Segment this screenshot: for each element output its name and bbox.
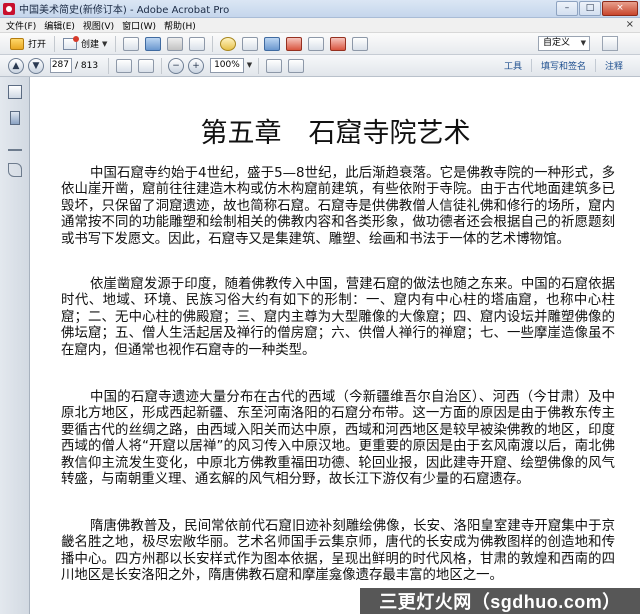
page-thumbnails-icon[interactable] xyxy=(8,85,22,99)
open-button[interactable]: 打开 xyxy=(6,35,50,53)
task-pane-tabs: 工具 填写和签名 注释 xyxy=(495,59,632,72)
save-icon[interactable] xyxy=(123,36,140,51)
title-bar: 中国美术简史(新修订本) - Adobe Acrobat Pro – □ × xyxy=(0,0,640,18)
open-label: 打开 xyxy=(28,40,47,50)
upload-cloud-icon[interactable] xyxy=(145,36,162,51)
toolbar-separator xyxy=(161,57,163,74)
print-icon[interactable] xyxy=(167,36,184,51)
paragraph: 隋唐佛教普及，民间常依前代石窟旧迹补刻雕绘佛像，长安、洛阳皇室建寺开窟集中于京畿… xyxy=(61,519,615,584)
edit-text-icon[interactable] xyxy=(308,36,325,51)
email-icon[interactable] xyxy=(189,36,206,51)
create-label: 创建 xyxy=(81,40,100,50)
expand-toolbar-icon[interactable] xyxy=(602,36,618,51)
comment-bubble-icon[interactable] xyxy=(242,36,259,51)
zoom-in-icon[interactable]: + xyxy=(188,57,205,74)
acrobat-icon xyxy=(3,2,15,15)
document-view[interactable]: 第五章 石窟寺院艺术 中国石窟寺约始于4世纪，盛于5—8世纪，此后渐趋衰落。它是… xyxy=(31,77,640,614)
chevron-down-icon: ▼ xyxy=(102,39,108,48)
tab-tools[interactable]: 工具 xyxy=(495,59,531,72)
zoom-value: 100% xyxy=(214,60,240,70)
close-button[interactable]: × xyxy=(602,1,638,16)
folder-icon xyxy=(10,37,24,50)
menu-view[interactable]: 视图(V) xyxy=(81,19,120,32)
fit-page-icon[interactable] xyxy=(266,58,283,73)
menu-file[interactable]: 文件(F) xyxy=(4,19,42,32)
page-total: / 813 xyxy=(75,60,99,71)
tab-comment[interactable]: 注释 xyxy=(594,59,632,72)
hand-tool-icon[interactable] xyxy=(138,58,155,73)
chapter-title: 第五章 石窟寺院艺术 xyxy=(200,118,471,149)
window-title: 中国美术简史(新修订本) - Adobe Acrobat Pro xyxy=(19,5,230,16)
zoom-out-icon[interactable]: − xyxy=(168,57,185,74)
menu-bar: 文件(F) 编辑(E) 视图(V) 窗口(W) 帮助(H) × xyxy=(0,18,640,33)
toolbar-separator xyxy=(212,35,214,52)
redact-icon[interactable] xyxy=(330,36,347,51)
toolbar-separator xyxy=(54,35,56,52)
maximize-button[interactable]: □ xyxy=(579,1,601,16)
create-pdf-icon xyxy=(63,35,80,50)
select-cursor-icon[interactable] xyxy=(116,58,133,73)
page-number-input[interactable]: 287 xyxy=(50,58,72,73)
customize-label: 自定义 xyxy=(543,38,571,48)
paragraph: 中国的石窟寺遗迹大量分布在古代的西域（今新疆维吾尔自治区）、河西（今甘肃）及中原… xyxy=(61,390,615,488)
toolbar-separator xyxy=(108,57,110,74)
form-icon[interactable] xyxy=(352,36,369,51)
chevron-down-icon: ▼ xyxy=(246,61,253,69)
bookmark-icon[interactable] xyxy=(10,111,20,125)
scroll-mode-icon[interactable] xyxy=(288,58,305,73)
create-button[interactable]: 创建 ▼ xyxy=(59,35,111,53)
tab-fill-sign[interactable]: 填写和签名 xyxy=(530,59,595,72)
paragraph: 依崖凿窟发源于印度，随着佛教传入中国，营建石窟的做法也随之东来。中国的石窟依据时… xyxy=(61,277,615,358)
document-close-icon[interactable]: × xyxy=(626,19,634,30)
chevron-down-icon: ▼ xyxy=(580,39,586,47)
next-page-icon[interactable]: ▼ xyxy=(28,57,44,74)
navigation-pane xyxy=(0,77,30,614)
previous-page-icon[interactable]: ▲ xyxy=(8,57,24,74)
signature-pen-icon[interactable] xyxy=(8,137,22,151)
paragraph: 中国石窟寺约始于4世纪，盛于5—8世纪，此后渐趋衰落。它是佛教寺院的一种形式，多… xyxy=(61,166,615,247)
toolbar-separator xyxy=(258,57,260,74)
site-watermark: 三更灯火网（sgdhuo.com） xyxy=(360,588,640,614)
customize-dropdown[interactable]: 自定义 ▼ xyxy=(538,36,590,51)
menu-help[interactable]: 帮助(H) xyxy=(162,19,202,32)
settings-gear-icon[interactable] xyxy=(220,36,237,51)
minimize-button[interactable]: – xyxy=(556,1,578,16)
window-controls: – □ × xyxy=(556,1,638,16)
watermark-text: 三更灯火网（sgdhuo.com） xyxy=(379,592,621,612)
share-icon[interactable] xyxy=(264,36,281,51)
menu-window[interactable]: 窗口(W) xyxy=(120,19,162,32)
zoom-level-input[interactable]: 100% ▼ xyxy=(210,58,252,73)
stamp-icon[interactable] xyxy=(286,36,303,51)
attachment-icon[interactable] xyxy=(8,163,22,177)
toolbar-separator xyxy=(115,35,117,52)
menu-edit[interactable]: 编辑(E) xyxy=(42,19,81,32)
